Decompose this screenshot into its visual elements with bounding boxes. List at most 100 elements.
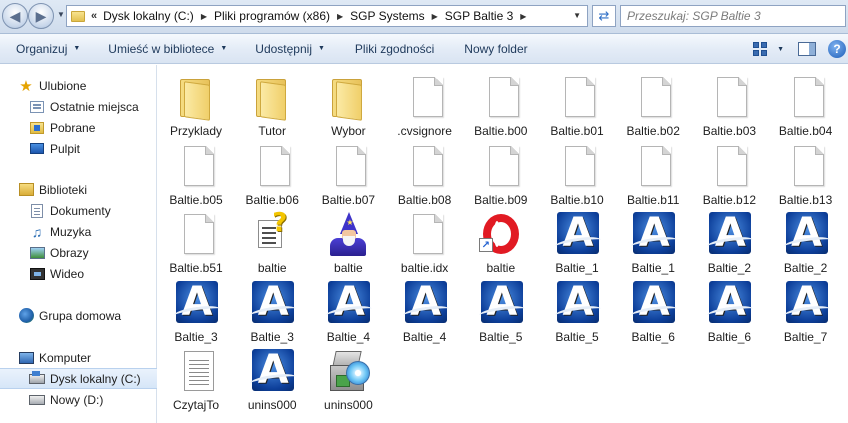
file-item[interactable]: Aunins000	[234, 347, 310, 413]
help-icon[interactable]: ?	[828, 40, 846, 58]
blank-file-icon	[629, 73, 677, 121]
file-item[interactable]: Baltie.b04	[768, 73, 844, 139]
file-item[interactable]: baltie.idx	[387, 210, 463, 276]
file-item[interactable]: A Baltie_4	[310, 279, 386, 345]
share-label: Udostępnij	[255, 41, 312, 56]
file-item[interactable]: Baltie.b09	[463, 142, 539, 208]
file-item[interactable]: A Baltie_3	[158, 279, 234, 345]
back-button[interactable]: ◀	[2, 3, 28, 29]
file-name: Baltie.b00	[474, 124, 528, 138]
file-item[interactable]: A Baltie_7	[768, 279, 844, 345]
folder-icon	[71, 10, 85, 22]
organize-button[interactable]: Organizuj ▼	[0, 37, 88, 61]
file-item[interactable]: CzytajTo	[158, 347, 234, 413]
file-name: Baltie.b09	[474, 192, 528, 207]
file-item[interactable]: Baltie.b03	[691, 73, 767, 139]
file-item[interactable]: ? baltie	[234, 208, 310, 276]
recent-pages-dropdown[interactable]: ▼	[57, 10, 65, 19]
file-item[interactable]: A Baltie_6	[691, 279, 767, 345]
breadcrumb-program-files[interactable]: Pliki programów (x86)	[214, 9, 330, 23]
file-name: unins000	[324, 398, 373, 412]
address-region: ◀ ▶ ▼ « Dysk lokalny (C:) ▶ Pliki progra…	[0, 0, 848, 34]
file-item[interactable]: A Baltie_1	[539, 210, 615, 276]
breadcrumb-sgp-baltie[interactable]: SGP Baltie 3	[445, 9, 513, 23]
file-item[interactable]: A Baltie_3	[234, 279, 310, 345]
nav-drive-d[interactable]: Nowy (D:)	[0, 389, 157, 410]
nav-videos[interactable]: Wideo	[0, 263, 157, 284]
chevron-right-icon[interactable]: ▶	[520, 12, 526, 21]
file-item[interactable]: Baltie.b07	[310, 142, 386, 208]
forward-button[interactable]: ▶	[28, 3, 54, 29]
new-folder-button[interactable]: Nowy folder	[456, 37, 535, 61]
chevron-right-icon[interactable]: ▶	[337, 12, 343, 21]
breadcrumb-sgp-systems[interactable]: SGP Systems	[350, 9, 424, 23]
refresh-icon: ⇄	[598, 8, 610, 23]
nav-pictures[interactable]: Obrazy	[0, 242, 157, 263]
nav-libraries[interactable]: Biblioteki	[0, 179, 157, 200]
file-item[interactable]: Baltie.b13	[768, 142, 844, 208]
file-item[interactable]: ★ baltie	[310, 210, 386, 276]
share-button[interactable]: Udostępnij ▼	[247, 37, 333, 61]
refresh-button[interactable]: ⇄	[592, 5, 616, 27]
file-item[interactable]: A Baltie_2	[691, 210, 767, 276]
blank-file-icon	[705, 73, 753, 121]
file-item[interactable]: unins000	[310, 347, 386, 413]
file-item[interactable]: Baltie.b10	[539, 142, 615, 208]
blank-file-icon	[324, 142, 372, 190]
file-item[interactable]: Baltie.b51	[158, 210, 234, 276]
homegroup-icon	[18, 308, 34, 323]
file-item[interactable]: Wybor	[310, 73, 386, 139]
file-item[interactable]: A Baltie_2	[768, 210, 844, 276]
computer-icon	[18, 351, 34, 364]
address-dropdown-icon[interactable]: ▼	[573, 11, 581, 20]
downloads-folder-icon	[30, 121, 44, 134]
include-in-library-button[interactable]: Umieść w bibliotece ▼	[100, 37, 235, 61]
file-item[interactable]: A Baltie_5	[463, 279, 539, 345]
breadcrumb-drive[interactable]: Dysk lokalny (C:)	[103, 9, 194, 23]
file-name: Baltie.b12	[702, 192, 757, 207]
star-icon: ★	[19, 77, 33, 95]
file-item[interactable]: Tutor	[234, 73, 310, 139]
nav-favorites[interactable]: ★ Ulubione	[0, 75, 157, 96]
nav-recent-places[interactable]: Ostatnie miejsca	[0, 96, 157, 117]
file-item[interactable]: A Baltie_4	[387, 279, 463, 345]
file-item[interactable]: A Baltie_5	[539, 279, 615, 345]
file-name: Baltie_4	[402, 329, 447, 344]
file-name: baltie	[257, 261, 287, 275]
address-bar[interactable]: « Dysk lokalny (C:) ▶ Pliki programów (x…	[66, 5, 588, 27]
file-item[interactable]: A Baltie_1	[615, 210, 691, 276]
file-item[interactable]: A Baltie_6	[615, 279, 691, 345]
view-dropdown-icon[interactable]: ▼	[777, 46, 784, 53]
file-item[interactable]: Baltie.b08	[387, 142, 463, 208]
file-item[interactable]: Baltie.b11	[615, 142, 691, 208]
chevron-right-icon[interactable]: ▶	[432, 12, 438, 21]
file-item[interactable]: Baltie.b05	[158, 142, 234, 208]
file-item[interactable]: Baltie.b02	[615, 73, 691, 139]
nav-label: Dokumenty	[50, 203, 111, 218]
nav-downloads[interactable]: Pobrane	[0, 117, 157, 138]
preview-pane-icon[interactable]	[798, 42, 816, 56]
nav-homegroup[interactable]: Grupa domowa	[0, 305, 157, 326]
nav-computer[interactable]: Komputer	[0, 347, 157, 368]
nav-drive-c[interactable]: Dysk lokalny (C:)	[0, 368, 157, 389]
baltie-logo-icon: A	[248, 347, 297, 395]
overflow-chevron[interactable]: «	[91, 10, 97, 22]
file-item[interactable]: .cvsignore	[387, 73, 463, 139]
baltie-logo-icon: A	[782, 210, 831, 258]
chevron-right-icon[interactable]: ▶	[201, 12, 207, 21]
file-name: baltie	[334, 261, 363, 275]
nav-documents[interactable]: Dokumenty	[0, 200, 157, 221]
file-name: Baltie.b01	[550, 124, 604, 138]
search-input[interactable]	[627, 9, 827, 23]
file-item[interactable]: Baltie.b01	[539, 73, 615, 139]
file-item[interactable]: Baltie.b00	[463, 73, 539, 139]
file-item[interactable]: ↗ baltie	[463, 210, 539, 276]
file-item[interactable]: Baltie.b12	[691, 142, 767, 208]
file-item[interactable]: Przyklady	[158, 73, 234, 139]
change-view-icon[interactable]	[753, 42, 769, 56]
nav-desktop[interactable]: Pulpit	[0, 138, 157, 159]
file-item[interactable]: Baltie.b06	[234, 142, 310, 208]
nav-music[interactable]: ♫ Muzyka	[0, 221, 157, 242]
compat-files-button[interactable]: Pliki zgodności	[347, 37, 442, 61]
search-box[interactable]	[620, 5, 846, 27]
